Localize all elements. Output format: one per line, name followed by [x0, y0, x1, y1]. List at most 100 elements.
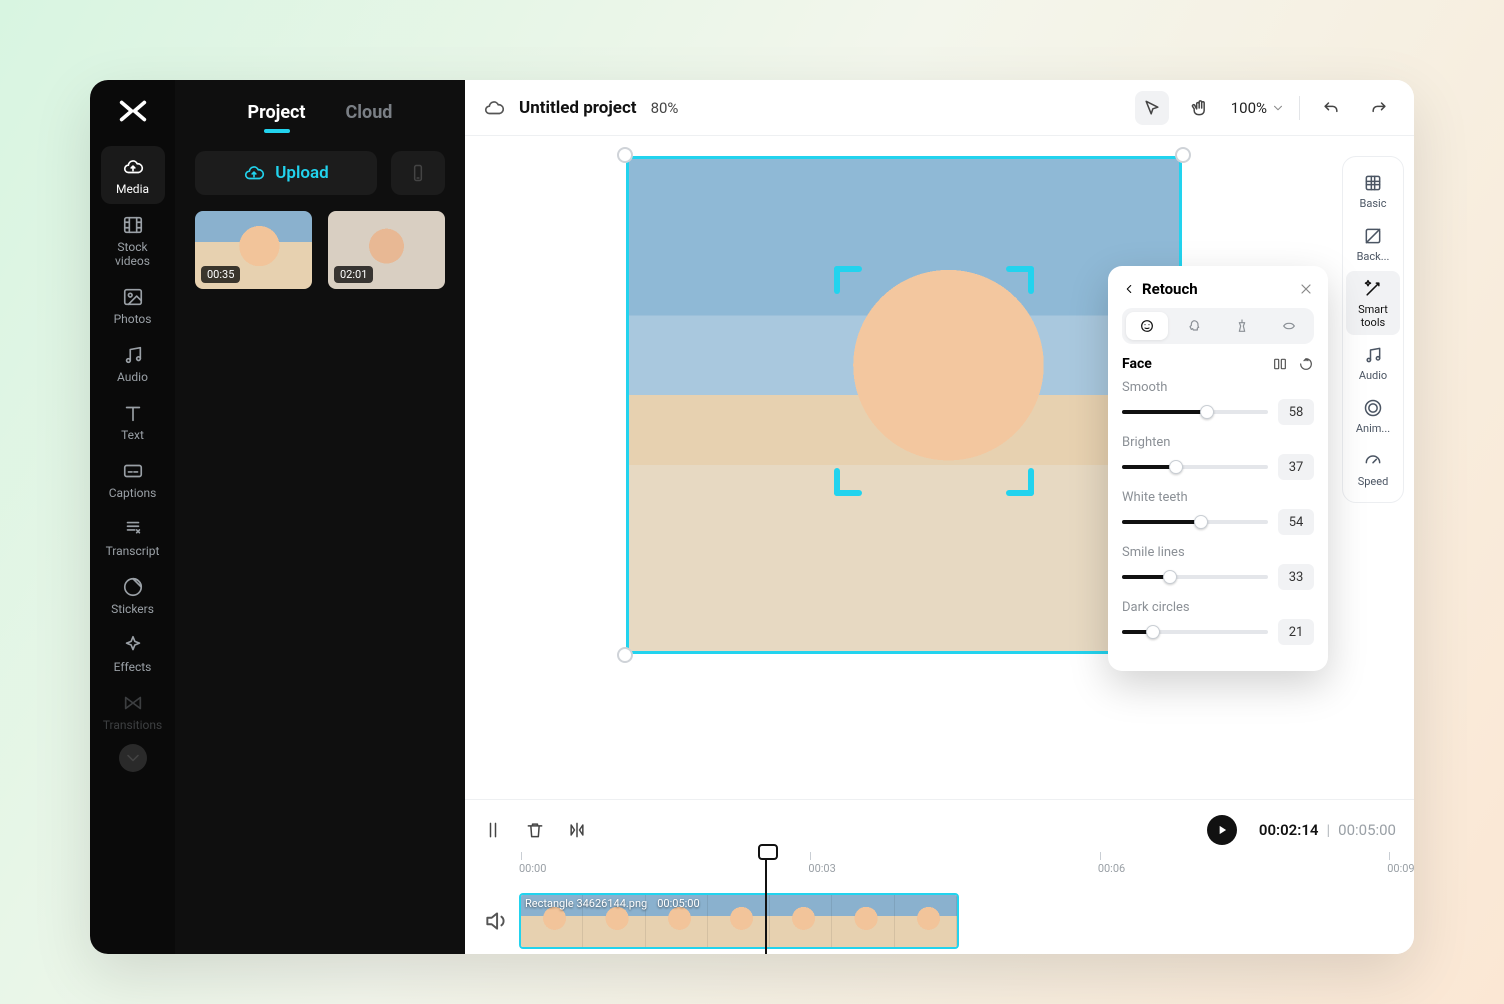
transcript-icon: [122, 518, 144, 540]
param-slider[interactable]: [1122, 465, 1268, 469]
rail-item-photos[interactable]: Photos: [101, 276, 165, 334]
tab-project[interactable]: Project: [248, 102, 306, 123]
play-button[interactable]: [1207, 815, 1237, 845]
rail-item-audio[interactable]: Audio: [101, 334, 165, 392]
play-icon: [1215, 823, 1229, 837]
motion-icon: [1363, 398, 1383, 418]
panel-tabs: Project Cloud: [175, 80, 465, 133]
rail-item-stock-videos[interactable]: Stock videos: [101, 204, 165, 276]
retouch-param-row: Smooth58: [1122, 380, 1314, 425]
quick-item-basic[interactable]: Basic: [1346, 165, 1400, 216]
redo-button[interactable]: [1362, 91, 1396, 125]
sparkle-icon: [122, 634, 144, 656]
rail-item-effects[interactable]: Effects: [101, 624, 165, 682]
import-phone-button[interactable]: [391, 151, 445, 195]
hand-tool-button[interactable]: [1183, 91, 1217, 125]
face-bracket-icon: [834, 266, 862, 294]
zoom-dropdown[interactable]: 100%: [1231, 99, 1285, 117]
film-icon: [122, 214, 144, 236]
rail-label: Effects: [114, 660, 152, 674]
retouch-param-row: White teeth54: [1122, 490, 1314, 535]
retouch-tab-face[interactable]: [1126, 312, 1168, 340]
param-value: 21: [1278, 619, 1314, 645]
captions-icon: [122, 460, 144, 482]
face-bracket-icon: [1006, 468, 1034, 496]
param-value: 58: [1278, 399, 1314, 425]
rail-item-text[interactable]: Text: [101, 392, 165, 450]
cloud-sync-icon[interactable]: [483, 97, 505, 119]
retouch-tab-head[interactable]: [1174, 312, 1216, 340]
timeline-ruler[interactable]: 00:00 00:03 00:06 00:09: [519, 852, 1396, 880]
retouch-tab-body[interactable]: [1221, 312, 1263, 340]
param-slider[interactable]: [1122, 630, 1268, 634]
quick-label: Speed: [1358, 475, 1389, 488]
undo-button[interactable]: [1314, 91, 1348, 125]
quick-item-animation[interactable]: Anim...: [1346, 390, 1400, 441]
retouch-param-row: Brighten37: [1122, 435, 1314, 480]
rail-item-stickers[interactable]: Stickers: [101, 566, 165, 624]
upload-button[interactable]: Upload: [195, 151, 377, 195]
param-slider[interactable]: [1122, 575, 1268, 579]
mirror-icon[interactable]: [567, 820, 587, 840]
param-value: 37: [1278, 454, 1314, 480]
rail-item-transitions[interactable]: Transitions: [101, 682, 165, 740]
cloud-upload-icon: [122, 156, 144, 178]
rail-label: Transitions: [103, 718, 162, 732]
head-profile-icon: [1186, 318, 1202, 334]
resize-handle-bl[interactable]: [617, 647, 633, 663]
panel-actions: Upload: [175, 133, 465, 211]
face-bracket-icon: [1006, 266, 1034, 294]
retouch-subtabs: [1122, 308, 1314, 344]
image-icon: [122, 286, 144, 308]
undo-icon: [1321, 98, 1341, 118]
quick-item-smart-tools[interactable]: Smart tools: [1346, 271, 1400, 335]
param-slider[interactable]: [1122, 410, 1268, 414]
reset-icon[interactable]: [1298, 356, 1314, 372]
quick-item-audio[interactable]: Audio: [1346, 337, 1400, 388]
grid-icon: [1363, 173, 1383, 193]
project-progress: 80%: [651, 99, 679, 117]
rail-item-media[interactable]: Media: [101, 146, 165, 204]
ruler-label: 00:03: [808, 862, 835, 875]
chevron-down-icon: [123, 748, 143, 768]
compare-icon[interactable]: [1272, 356, 1288, 372]
resize-handle-tl[interactable]: [617, 147, 633, 163]
rail-item-captions[interactable]: Captions: [101, 450, 165, 508]
close-icon[interactable]: [1298, 281, 1314, 297]
top-bar: Untitled project 80% 100%: [465, 80, 1414, 136]
media-clip[interactable]: 00:35: [195, 211, 312, 289]
speaker-icon[interactable]: [483, 908, 509, 934]
split-icon[interactable]: [483, 820, 503, 840]
music-icon: [1363, 345, 1383, 365]
left-rail: Media Stock videos Photos Audio Text Cap…: [90, 80, 175, 954]
quick-item-background[interactable]: Back...: [1346, 218, 1400, 269]
cloud-upload-icon: [243, 162, 265, 184]
rail-label: Media: [116, 182, 149, 196]
timeline-tracks: Rectangle 34626144.png 00:05:00: [519, 888, 1396, 954]
playhead[interactable]: [765, 850, 767, 954]
chevron-left-icon[interactable]: [1122, 282, 1136, 296]
rail-more-button[interactable]: [119, 744, 147, 772]
param-slider[interactable]: [1122, 520, 1268, 524]
face-bracket-icon: [834, 468, 862, 496]
retouch-tab-makeup[interactable]: [1269, 312, 1311, 340]
rail-item-transcript[interactable]: Transcript: [101, 508, 165, 566]
param-label: White teeth: [1122, 490, 1314, 505]
rail-label: Transcript: [106, 544, 160, 558]
trash-icon[interactable]: [525, 820, 545, 840]
select-tool-button[interactable]: [1135, 91, 1169, 125]
project-title[interactable]: Untitled project: [519, 98, 637, 118]
resize-handle-tr[interactable]: [1175, 147, 1191, 163]
app-logo-icon: [116, 94, 150, 128]
canvas[interactable]: [626, 156, 1182, 654]
cursor-icon: [1142, 98, 1162, 118]
timeline-clip[interactable]: Rectangle 34626144.png 00:05:00: [519, 893, 959, 949]
main-area: Untitled project 80% 100%: [465, 80, 1414, 954]
quick-label: Anim...: [1356, 422, 1390, 435]
quick-item-speed[interactable]: Speed: [1346, 443, 1400, 494]
tab-cloud[interactable]: Cloud: [346, 102, 393, 123]
retouch-category: Face: [1122, 356, 1152, 372]
media-clip[interactable]: 02:01: [328, 211, 445, 289]
clip-duration: 02:01: [334, 266, 373, 283]
magic-wand-icon: [1363, 279, 1383, 299]
